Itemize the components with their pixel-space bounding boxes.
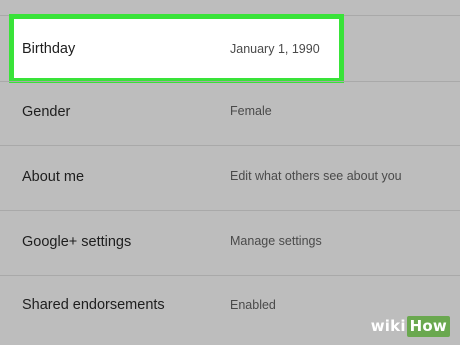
row-gender[interactable]: Gender Female bbox=[0, 81, 460, 146]
watermark-how-text: How bbox=[406, 315, 450, 337]
row-about-me[interactable]: About me Edit what others see about you bbox=[0, 146, 460, 211]
row-about-me-label: About me bbox=[22, 169, 85, 185]
row-birthday-label: Birthday bbox=[22, 41, 76, 57]
row-google-plus-settings[interactable]: Google+ settings Manage settings bbox=[0, 211, 460, 276]
row-shared-endorsements-value: Enabled bbox=[230, 298, 276, 312]
row-gender-value: Female bbox=[230, 104, 272, 118]
row-about-me-value: Edit what others see about you bbox=[230, 169, 402, 183]
row-google-plus-settings-value: Manage settings bbox=[230, 234, 322, 248]
row-gender-label: Gender bbox=[22, 104, 71, 120]
watermark-wiki-text: wiki bbox=[370, 317, 406, 335]
settings-list: Birthday January 1, 1990 Gender Female A… bbox=[0, 0, 460, 345]
row-google-plus-settings-label: Google+ settings bbox=[22, 234, 132, 250]
row-birthday[interactable]: Birthday January 1, 1990 bbox=[9, 14, 344, 83]
wikihow-watermark: wiki How bbox=[371, 313, 450, 339]
row-shared-endorsements-label: Shared endorsements bbox=[22, 297, 165, 313]
row-birthday-value: January 1, 1990 bbox=[230, 42, 320, 56]
